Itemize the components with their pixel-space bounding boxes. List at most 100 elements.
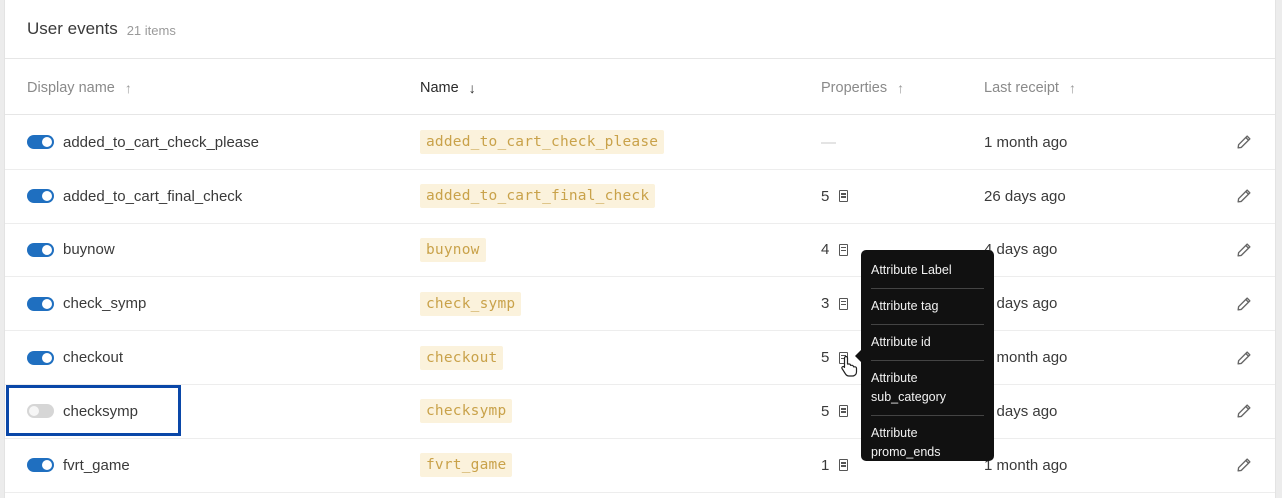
last-receipt: 4 days ago <box>984 295 1058 313</box>
last-receipt: 1 month ago <box>984 456 1068 474</box>
pencil-icon[interactable] <box>1235 187 1253 205</box>
column-display-name[interactable]: Display name ↑ <box>27 60 132 115</box>
pencil-icon[interactable] <box>1235 456 1253 474</box>
table-header: Display name ↑ Name ↓ Properties ↑ Last … <box>5 60 1275 115</box>
event-name-code: checksymp <box>420 399 513 424</box>
hand-pointer-icon <box>841 355 858 377</box>
properties-count: 3 <box>821 295 830 313</box>
pencil-icon[interactable] <box>1235 349 1253 367</box>
name-cell: buynow <box>420 224 486 277</box>
disabled-toggle[interactable] <box>27 404 54 419</box>
tooltip-item-label: Attribute tag <box>871 299 939 313</box>
enabled-toggle[interactable] <box>27 458 54 473</box>
display-name-cell: buynow <box>27 224 115 277</box>
column-display-name-label: Display name <box>27 79 115 96</box>
item-count: 21 items <box>126 22 176 38</box>
event-name-code: buynow <box>420 237 486 262</box>
last-receipt: 4 days ago <box>984 241 1058 259</box>
document-icon[interactable] <box>839 297 849 310</box>
sort-up-icon: ↑ <box>1068 79 1076 96</box>
tooltip-item: Attribute promo_ends <box>871 421 984 465</box>
table-row[interactable]: added_to_cart_check_please added_to_cart… <box>5 116 1275 170</box>
event-name-code: added_to_cart_final_check <box>420 184 656 209</box>
column-properties[interactable]: Properties ↑ <box>821 60 904 115</box>
card-header: User events 21 items <box>5 0 1275 59</box>
properties-info[interactable]: 4 <box>821 241 849 259</box>
properties-count: 5 <box>821 402 830 420</box>
document-icon[interactable] <box>839 459 849 472</box>
table-row[interactable]: check_symp check_symp 3 4 days ago <box>5 277 1275 332</box>
name-cell: fvrt_game <box>420 439 513 492</box>
last-receipt-cell: 4 days ago <box>984 277 1057 330</box>
tooltip-item-sublabel: sub_category <box>871 390 947 404</box>
display-name-cell: checkout <box>27 331 123 384</box>
properties-cell: 4 <box>821 224 849 277</box>
last-receipt: 9 days ago <box>984 402 1058 420</box>
enabled-toggle[interactable] <box>27 242 54 257</box>
display-name: added_to_cart_check_please <box>63 133 259 151</box>
table-row[interactable]: buynow buynow 4 4 days ago <box>5 224 1275 278</box>
tooltip-item-label: Attribute id <box>871 335 931 349</box>
pencil-icon[interactable] <box>1235 133 1253 151</box>
enabled-toggle[interactable] <box>27 350 54 365</box>
sort-up-icon: ↑ <box>124 79 132 96</box>
tooltip-item-label: Attribute Label <box>871 263 952 277</box>
display-name-cell: added_to_cart_check_please <box>27 116 259 169</box>
last-receipt: 26 days ago <box>984 187 1066 205</box>
column-last-receipt[interactable]: Last receipt ↑ <box>984 60 1076 115</box>
last-receipt-cell: 4 days ago <box>984 224 1057 277</box>
table-row[interactable]: checkout checkout 5 1 month ago <box>5 331 1275 385</box>
properties-count: 4 <box>821 241 830 259</box>
pencil-icon[interactable] <box>1235 295 1253 313</box>
document-icon[interactable] <box>839 243 849 256</box>
sort-down-icon: ↓ <box>468 79 476 96</box>
page-title: User events <box>27 19 118 38</box>
column-last-receipt-label: Last receipt <box>984 79 1059 96</box>
event-rows: added_to_cart_check_please added_to_cart… <box>5 116 1275 493</box>
properties-cell: — <box>821 116 836 169</box>
name-cell: added_to_cart_final_check <box>420 170 656 223</box>
tooltip-item-label: Attribute <box>871 426 918 440</box>
enabled-toggle[interactable] <box>27 135 54 150</box>
display-name-cell: check_symp <box>27 277 146 330</box>
properties-info[interactable]: 3 <box>821 295 849 313</box>
last-receipt-cell: 1 month ago <box>984 439 1067 492</box>
tooltip-divider <box>871 360 984 361</box>
table-row[interactable]: fvrt_game fvrt_game 1 1 month ago <box>5 439 1275 493</box>
column-name[interactable]: Name ↓ <box>420 60 476 115</box>
last-receipt-cell: 26 days ago <box>984 170 1066 223</box>
properties-info[interactable]: 5 <box>821 402 849 420</box>
properties-count: 5 <box>821 349 830 367</box>
pencil-icon[interactable] <box>1235 241 1253 259</box>
last-receipt: 1 month ago <box>984 133 1068 151</box>
document-icon[interactable] <box>839 190 849 203</box>
display-name: checkout <box>63 349 124 367</box>
last-receipt: 1 month ago <box>984 349 1068 367</box>
table-row[interactable]: added_to_cart_final_check added_to_cart_… <box>5 170 1275 224</box>
last-receipt-cell: 1 month ago <box>984 116 1067 169</box>
properties-info[interactable]: 5 <box>821 188 849 205</box>
sort-up-icon: ↑ <box>897 79 905 96</box>
tooltip-item: Attribute sub_category <box>871 366 984 410</box>
properties-cell: 1 <box>821 439 849 492</box>
event-name-code: added_to_cart_check_please <box>420 130 665 155</box>
display-name: check_symp <box>63 295 147 313</box>
enabled-toggle[interactable] <box>27 296 54 311</box>
display-name-cell: fvrt_game <box>27 439 130 492</box>
tooltip-divider <box>871 415 984 416</box>
table-row[interactable]: checksymp checksymp 5 9 days ago <box>5 385 1275 439</box>
tooltip-item: Attribute tag <box>871 294 984 319</box>
properties-info[interactable]: 1 <box>821 456 849 474</box>
properties-count: 1 <box>821 456 830 474</box>
pencil-icon[interactable] <box>1235 402 1253 420</box>
display-name: buynow <box>63 241 115 259</box>
display-name: checksymp <box>63 402 139 420</box>
display-name-cell: added_to_cart_final_check <box>27 170 242 223</box>
name-cell: checksymp <box>420 385 513 438</box>
name-cell: check_symp <box>420 277 522 330</box>
tooltip-item: Attribute Label <box>871 258 984 283</box>
document-icon[interactable] <box>839 405 849 418</box>
column-properties-label: Properties <box>821 79 888 96</box>
enabled-toggle[interactable] <box>27 189 54 204</box>
tooltip-divider <box>871 288 984 289</box>
